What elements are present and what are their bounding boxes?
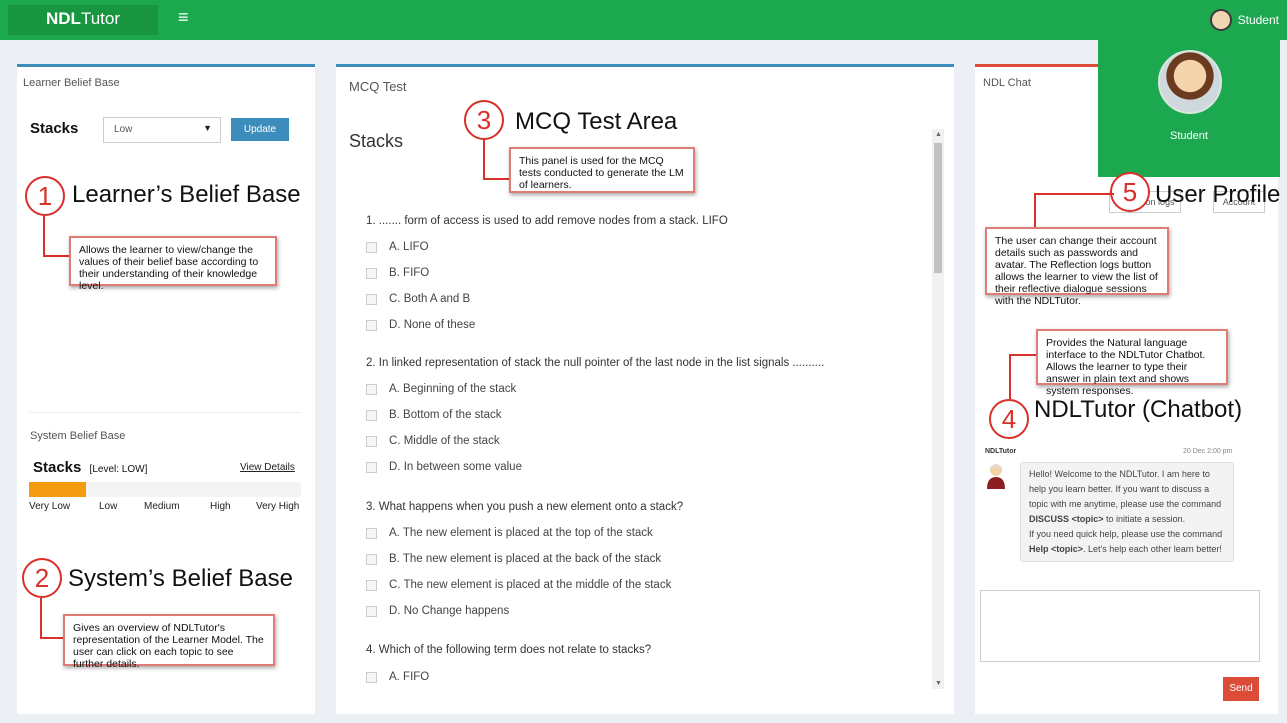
avatar-icon	[1209, 9, 1232, 31]
answer-option[interactable]: D. None of these	[366, 319, 475, 331]
checkbox[interactable]	[366, 435, 377, 447]
callout-title: MCQ Test Area	[515, 108, 678, 135]
level-text: [Level: LOW]	[89, 464, 148, 475]
answer-option[interactable]: C. Both A and B	[366, 293, 470, 305]
user-name: Student	[1237, 13, 1279, 27]
level-track	[29, 482, 301, 497]
checkbox[interactable]	[366, 527, 377, 539]
checkbox[interactable]	[366, 579, 377, 591]
scale-label: Very Low	[29, 501, 71, 512]
scroll-up-icon[interactable]: ▲	[935, 131, 942, 138]
belief-level-select[interactable]: Low ▼	[103, 117, 221, 143]
callout-title: User Profile	[1155, 181, 1281, 208]
answer-option[interactable]: C. The new element is placed at the midd…	[366, 579, 671, 591]
message-timestamp: 20 Dec 2:00 pm	[1183, 448, 1233, 455]
scale-label: Very High	[256, 501, 300, 512]
chat-message: Hello! Welcome to the NDLTutor. I am her…	[1020, 462, 1234, 562]
user-profile-dropdown: Student	[1098, 40, 1280, 177]
callout-title: NDLTutor (Chatbot)	[1034, 396, 1243, 423]
callout-number: 4	[989, 399, 1029, 439]
callout-connector	[1034, 193, 1114, 229]
answer-option[interactable]: A. LIFO	[366, 241, 429, 253]
callout-note: Allows the learner to view/change the va…	[69, 236, 277, 292]
question-text: 2. In linked representation of stack the…	[366, 357, 825, 369]
callout-note: The user can change their account detail…	[985, 227, 1169, 307]
question-text: 1. ....... form of access is used to add…	[366, 215, 728, 227]
top-navbar: NDLTutor ≡ Student	[0, 0, 1287, 40]
topic-label: Stacks	[30, 120, 79, 137]
answer-option[interactable]: B. FIFO	[366, 267, 429, 279]
scroll-down-icon[interactable]: ▼	[935, 680, 942, 687]
checkbox[interactable]	[366, 241, 377, 253]
question-text: 3. What happens when you push a new elem…	[366, 501, 684, 513]
menu-toggle-icon[interactable]: ≡	[178, 7, 189, 28]
chevron-down-icon: ▼	[203, 123, 212, 133]
answer-option[interactable]: B. The new element is placed at the back…	[366, 553, 661, 565]
callout-number: 1	[25, 176, 65, 216]
checkbox[interactable]	[366, 461, 377, 473]
scale-label: Low	[99, 501, 118, 512]
callout-connector	[1009, 354, 1039, 399]
answer-option[interactable]: D. In between some value	[366, 461, 522, 473]
system-topic-label: Stacks [Level: LOW]	[33, 459, 148, 476]
scrollbar[interactable]: ▲ ▼	[932, 129, 944, 689]
message-sender: NDLTutor	[985, 448, 1017, 455]
avatar	[1158, 50, 1222, 114]
callout-connector	[483, 140, 511, 180]
scale-label: Medium	[144, 501, 180, 512]
mcq-topic-heading: Stacks	[349, 131, 404, 151]
callout-number: 2	[22, 558, 62, 598]
send-button[interactable]: Send	[1223, 677, 1259, 701]
callout-connector	[43, 216, 71, 257]
question-text: 4. Which of the following term does not …	[366, 644, 652, 656]
answer-option[interactable]: A. Beginning of the stack	[366, 383, 516, 395]
profile-name: Student	[1170, 130, 1208, 142]
checkbox[interactable]	[366, 383, 377, 395]
checkbox[interactable]	[366, 671, 377, 683]
chat-input[interactable]	[980, 590, 1260, 662]
callout-title: System’s Belief Base	[68, 565, 293, 592]
answer-option[interactable]: D. No Change happens	[366, 605, 509, 617]
panel-title: Learner Belief Base	[23, 77, 120, 89]
checkbox[interactable]	[366, 409, 377, 421]
callout-note: Provides the Natural language interface …	[1036, 329, 1228, 397]
checkbox[interactable]	[366, 267, 377, 279]
app-logo[interactable]: NDLTutor	[8, 5, 158, 35]
update-button[interactable]: Update	[231, 118, 289, 141]
user-menu[interactable]: Student	[1209, 9, 1279, 31]
bot-avatar-icon	[987, 464, 1005, 489]
checkbox[interactable]	[366, 605, 377, 617]
scale-label: High	[210, 501, 231, 512]
callout-number: 3	[464, 100, 504, 140]
answer-option[interactable]: A. FIFO	[366, 671, 429, 683]
callout-note: This panel is used for the MCQ tests con…	[509, 147, 695, 193]
scroll-thumb[interactable]	[934, 143, 942, 273]
panel-title: NDL Chat	[983, 77, 1031, 89]
callout-title: Learner’s Belief Base	[72, 181, 301, 208]
bot-avatar	[985, 463, 1007, 489]
answer-option[interactable]: B. Bottom of the stack	[366, 409, 502, 421]
checkbox[interactable]	[366, 319, 377, 331]
panel-title: MCQ Test	[349, 79, 407, 94]
divider	[29, 412, 301, 413]
view-details-link[interactable]: View Details	[240, 462, 295, 473]
checkbox[interactable]	[366, 553, 377, 565]
answer-option[interactable]: C. Middle of the stack	[366, 435, 500, 447]
level-bar	[29, 482, 86, 497]
system-belief-title: System Belief Base	[30, 430, 126, 442]
checkbox[interactable]	[366, 293, 377, 305]
callout-note: Gives an overview of NDLTutor's represen…	[63, 614, 275, 670]
answer-option[interactable]: A. The new element is placed at the top …	[366, 527, 653, 539]
callout-number: 5	[1110, 172, 1150, 212]
